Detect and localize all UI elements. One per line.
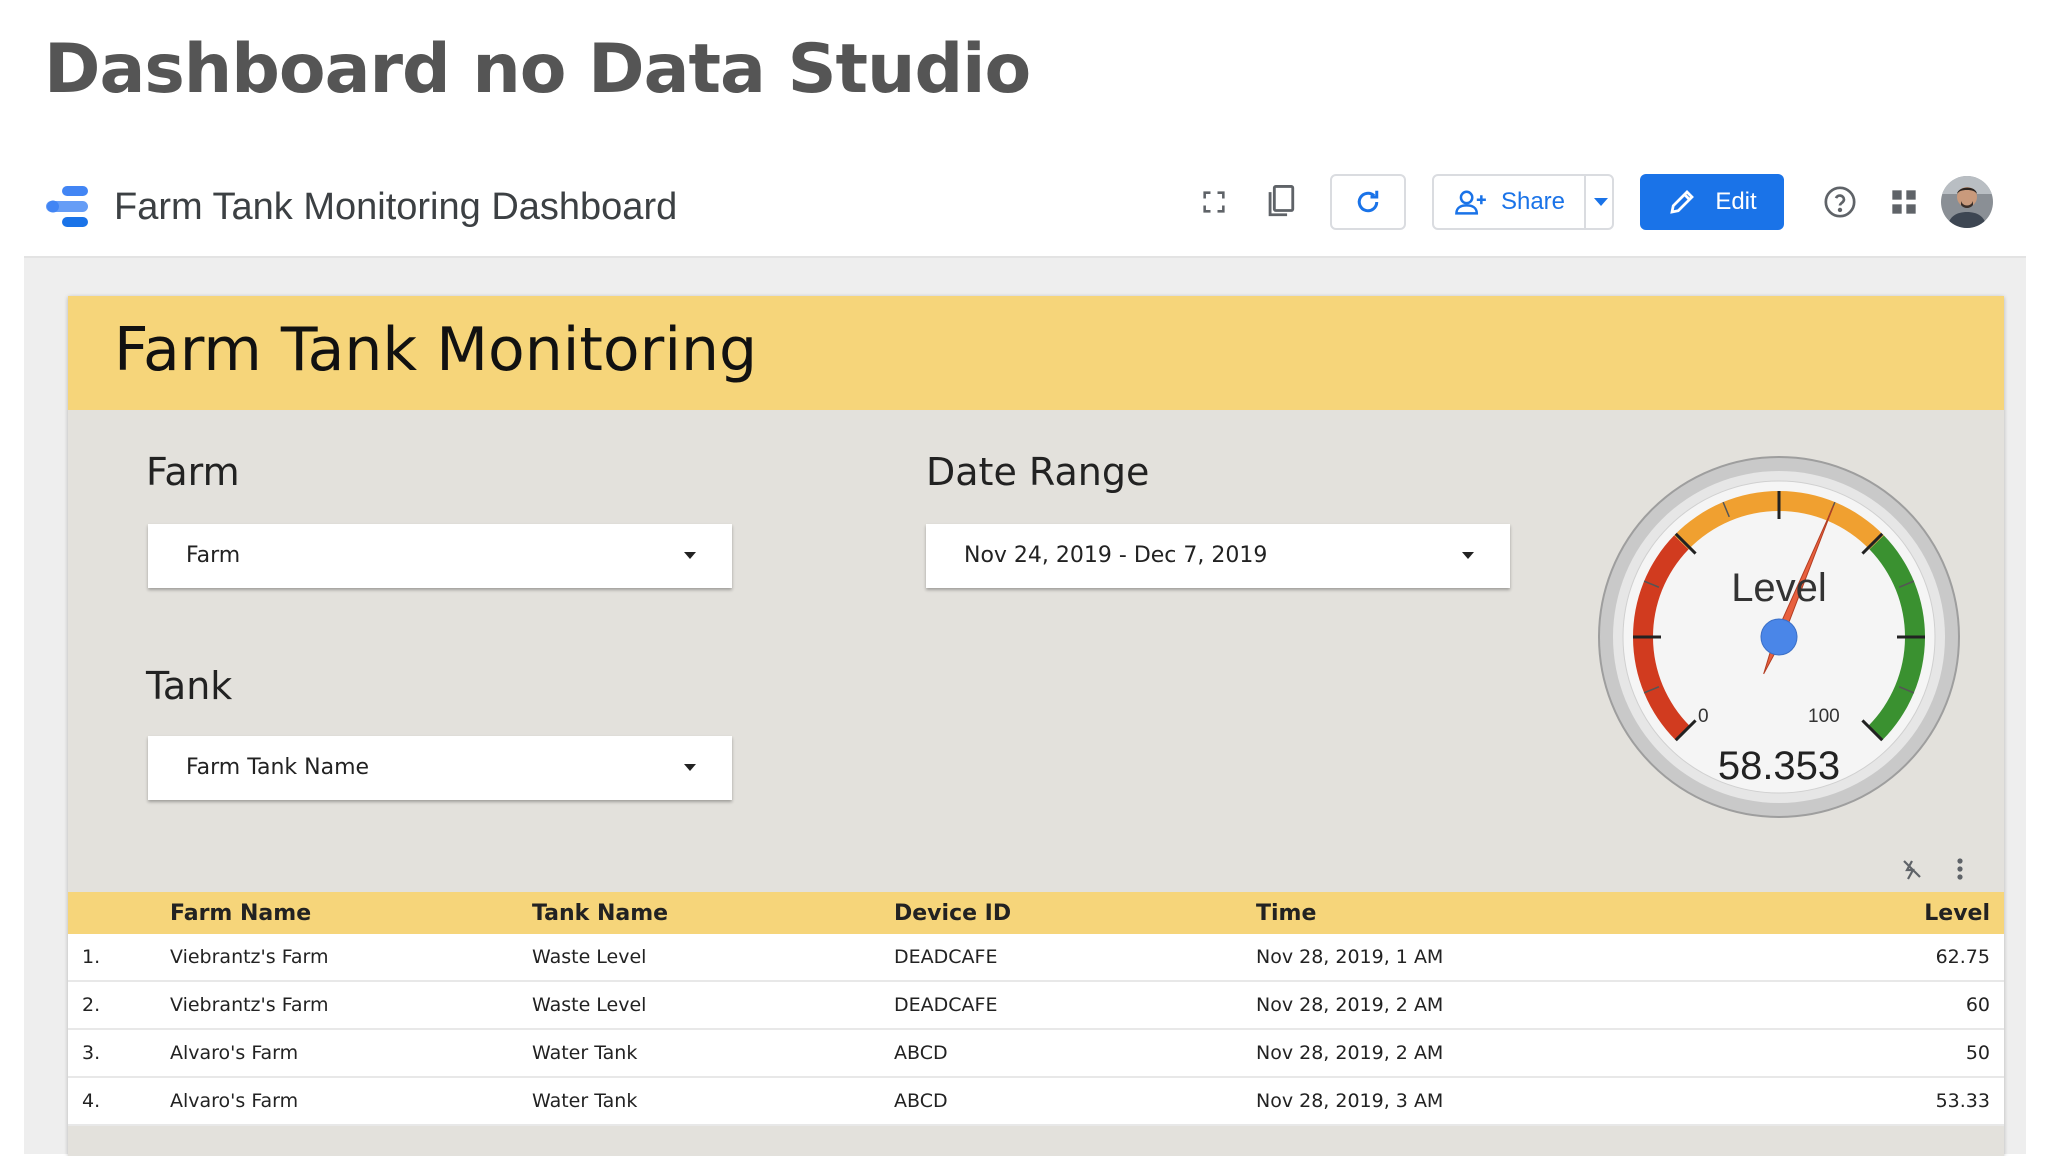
table-row[interactable]: 2. Viebrantz's Farm Waste Level DEADCAFE… <box>68 981 2004 1030</box>
tank-dropdown[interactable]: Farm Tank Name <box>148 736 732 800</box>
apps-grid-icon <box>1892 190 1916 214</box>
cell-device-id: ABCD <box>894 1029 1256 1078</box>
cell-farm-name: Alvaro's Farm <box>170 1077 532 1126</box>
refresh-icon <box>1357 190 1379 213</box>
row-number: 1. <box>68 934 170 982</box>
fullscreen-icon <box>1203 191 1225 213</box>
user-avatar[interactable] <box>1941 176 1993 228</box>
gauge-hub <box>1760 618 1798 656</box>
row-number: 3. <box>68 1029 170 1078</box>
table-row[interactable]: 4. Alvaro's Farm Water Tank ABCD Nov 28,… <box>68 1077 2004 1126</box>
row-number-header <box>68 892 170 934</box>
cell-device-id: DEADCAFE <box>894 981 1256 1030</box>
report-heading: Farm Tank Monitoring <box>114 315 758 385</box>
column-header-time[interactable]: Time <box>1256 892 1756 934</box>
date-range-dropdown[interactable]: Nov 24, 2019 - Dec 7, 2019 <box>926 524 1510 588</box>
gauge-max-label: 100 <box>1808 706 1840 727</box>
gauge-min-label: 0 <box>1698 706 1709 727</box>
cell-tank-name: Waste Level <box>532 934 894 982</box>
page-title: Dashboard no Data Studio <box>44 30 1031 109</box>
copy-icon <box>1268 185 1295 217</box>
date-range-value: Nov 24, 2019 - Dec 7, 2019 <box>964 543 1268 568</box>
table-row[interactable]: 1. Viebrantz's Farm Waste Level DEADCAFE… <box>68 934 2004 982</box>
row-number: 2. <box>68 981 170 1030</box>
cell-farm-name: Alvaro's Farm <box>170 1029 532 1078</box>
copy-report-button[interactable] <box>1258 180 1302 224</box>
report-title[interactable]: Farm Tank Monitoring Dashboard <box>114 182 677 232</box>
help-button[interactable] <box>1820 182 1860 222</box>
cell-time: Nov 28, 2019, 2 AM <box>1256 981 1756 1030</box>
report-canvas: Farm Tank Monitoring Farm Farm Date Rang… <box>24 256 2026 1156</box>
table-header-row: Farm Name Tank Name Device ID Time Level <box>68 892 2004 934</box>
cell-time: Nov 28, 2019, 2 AM <box>1256 1029 1756 1078</box>
cell-time: Nov 28, 2019, 1 AM <box>1256 934 1756 982</box>
column-header-level[interactable]: Level <box>1756 892 2004 934</box>
cell-device-id: DEADCAFE <box>894 934 1256 982</box>
apps-button[interactable] <box>1884 182 1924 222</box>
chevron-down-icon <box>1594 198 1608 206</box>
gauge-value: 58.353 <box>1717 744 1841 788</box>
share-dropdown-button[interactable] <box>1584 176 1616 228</box>
level-gauge[interactable]: Level 0 100 58.353 <box>1596 454 1962 820</box>
cell-farm-name: Viebrantz's Farm <box>170 981 532 1030</box>
more-options-icon[interactable] <box>1957 858 1963 880</box>
cell-level: 62.75 <box>1756 934 2004 982</box>
help-icon <box>1824 186 1856 218</box>
add-person-icon <box>1455 190 1486 215</box>
row-number: 4. <box>68 1077 170 1126</box>
dropdown-arrow-icon <box>1462 552 1474 559</box>
column-header-device-id[interactable]: Device ID <box>894 892 1256 934</box>
farm-control-label: Farm <box>146 450 240 494</box>
cell-device-id: ABCD <box>894 1077 1256 1126</box>
chart-tools <box>1903 858 1963 880</box>
cell-farm-name: Viebrantz's Farm <box>170 934 532 982</box>
cell-time: Nov 28, 2019, 3 AM <box>1256 1077 1756 1126</box>
table-row[interactable]: 3. Alvaro's Farm Water Tank ABCD Nov 28,… <box>68 1029 2004 1078</box>
date-range-label: Date Range <box>926 450 1150 494</box>
report-page: Farm Tank Monitoring Farm Farm Date Rang… <box>68 296 2004 1156</box>
data-table: Farm Name Tank Name Device ID Time Level… <box>68 892 2004 1126</box>
cell-level: 53.33 <box>1756 1077 2004 1126</box>
cell-tank-name: Water Tank <box>532 1029 894 1078</box>
cross-filter-icon[interactable] <box>1903 860 1921 880</box>
data-studio-logo[interactable] <box>44 184 92 230</box>
dropdown-arrow-icon <box>684 552 696 559</box>
cell-level: 60 <box>1756 981 2004 1030</box>
farm-dropdown-value: Farm <box>186 543 241 568</box>
share-button-group: Share <box>1432 174 1614 230</box>
share-label: Share <box>1500 188 1566 215</box>
column-header-farm-name[interactable]: Farm Name <box>170 892 532 934</box>
edit-button[interactable]: Edit <box>1640 174 1784 230</box>
gauge-title: Level <box>1731 566 1827 610</box>
tank-control-label: Tank <box>146 664 233 708</box>
fullscreen-button[interactable] <box>1194 182 1234 222</box>
cell-level: 50 <box>1756 1029 2004 1078</box>
pencil-icon <box>1670 190 1695 214</box>
cell-tank-name: Waste Level <box>532 981 894 1030</box>
column-header-tank-name[interactable]: Tank Name <box>532 892 894 934</box>
cell-tank-name: Water Tank <box>532 1077 894 1126</box>
app-bar: Farm Tank Monitoring Dashboard Share Edi… <box>24 162 2026 254</box>
edit-label: Edit <box>1715 188 1757 215</box>
refresh-button[interactable] <box>1330 174 1406 230</box>
dropdown-arrow-icon <box>684 764 696 771</box>
report-header: Farm Tank Monitoring <box>68 296 2004 410</box>
share-button[interactable]: Share <box>1434 176 1584 228</box>
tank-dropdown-value: Farm Tank Name <box>186 755 370 780</box>
farm-dropdown[interactable]: Farm <box>148 524 732 588</box>
